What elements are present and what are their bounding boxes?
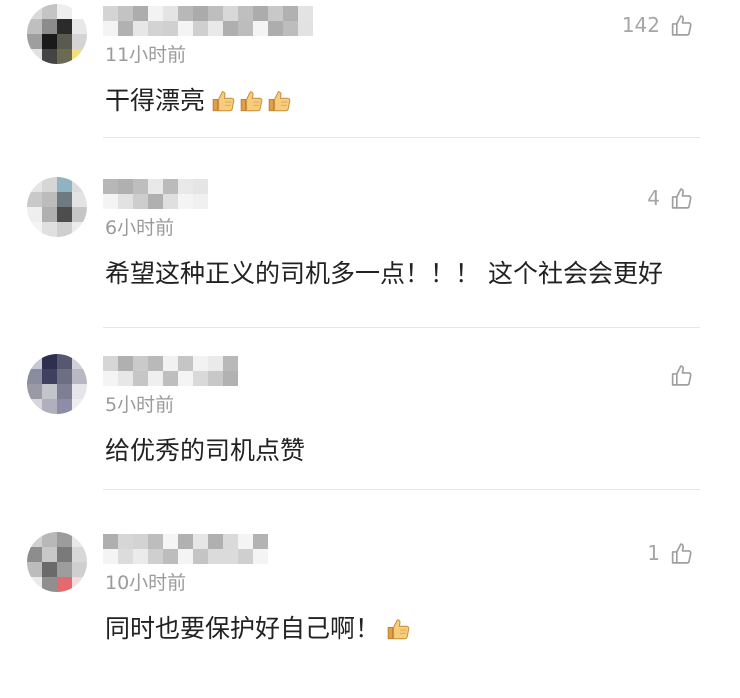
- thumbs-up-emoji: [267, 88, 293, 114]
- comment-item: 5小时前 给优秀的司机点赞: [0, 350, 740, 520]
- comment-time: 10小时前: [105, 572, 187, 594]
- avatar[interactable]: [27, 177, 87, 237]
- comment-time: 11小时前: [105, 44, 187, 66]
- like-count: 142: [621, 13, 660, 37]
- comment-text-content: 希望这种正义的司机多一点！！！ 这个社会会更好: [105, 259, 663, 288]
- divider: [103, 489, 700, 490]
- like-count: 1: [647, 541, 660, 565]
- thumbs-up-emoji: [239, 88, 265, 114]
- comment-text-content: 给优秀的司机点赞: [105, 436, 306, 465]
- divider: [103, 327, 700, 328]
- avatar[interactable]: [27, 4, 87, 64]
- like-button[interactable]: 4: [647, 185, 694, 211]
- like-button[interactable]: 1: [647, 540, 694, 566]
- avatar[interactable]: [27, 532, 87, 592]
- username-pixelated[interactable]: [103, 534, 268, 564]
- thumbs-up-emoji: [386, 616, 412, 642]
- thumbs-up-outline-icon[interactable]: [669, 13, 694, 38]
- comment-item: 6小时前 希望这种正义的司机多一点！！！ 这个社会会更好 4: [0, 173, 740, 343]
- username-pixelated[interactable]: [103, 6, 313, 36]
- comment-item: 10小时前 同时也要保护好自己啊！ 1: [0, 528, 740, 698]
- username-pixelated[interactable]: [103, 179, 208, 209]
- like-button[interactable]: 142: [622, 12, 694, 38]
- thumbs-up-outline-icon[interactable]: [669, 363, 694, 388]
- emoji-list: [211, 88, 295, 114]
- comment-item: 11小时前 干得漂亮 142: [0, 0, 740, 170]
- comment-time: 5小时前: [105, 394, 175, 416]
- comment-text: 干得漂亮: [105, 85, 295, 117]
- divider: [103, 137, 700, 138]
- comment-text: 给优秀的司机点赞: [105, 435, 311, 467]
- avatar[interactable]: [27, 354, 87, 414]
- comment-text-content: 同时也要保护好自己啊！: [105, 614, 381, 643]
- thumbs-up-emoji: [211, 88, 237, 114]
- like-count: 4: [647, 186, 660, 210]
- comment-text: 同时也要保护好自己啊！: [105, 613, 414, 645]
- like-button[interactable]: [660, 362, 694, 388]
- comment-time: 6小时前: [105, 217, 175, 239]
- thumbs-up-outline-icon[interactable]: [669, 186, 694, 211]
- comment-text-content: 干得漂亮: [105, 86, 206, 115]
- username-pixelated[interactable]: [103, 356, 238, 386]
- emoji-list: [386, 616, 414, 642]
- thumbs-up-outline-icon[interactable]: [669, 541, 694, 566]
- comment-text: 希望这种正义的司机多一点！！！ 这个社会会更好: [105, 258, 669, 290]
